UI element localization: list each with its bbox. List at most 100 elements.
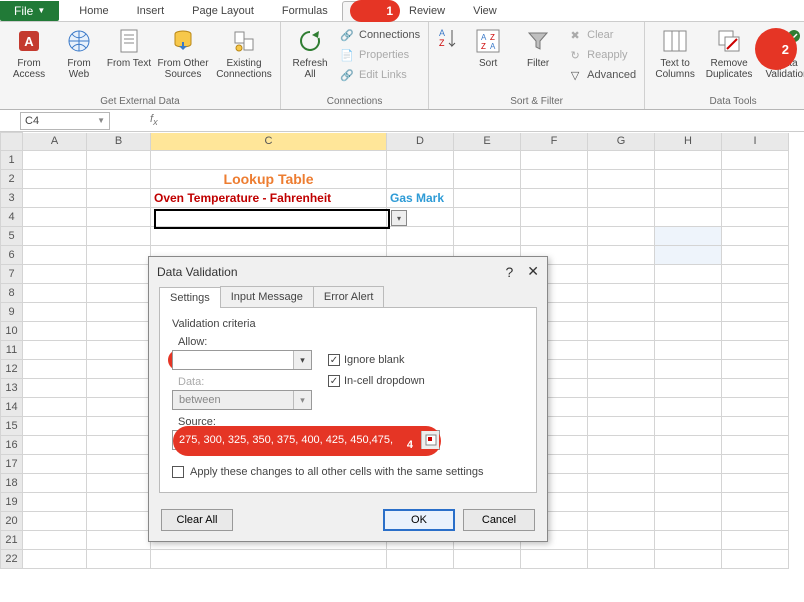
row-header-14[interactable]: 14 (1, 398, 23, 417)
cell[interactable] (722, 227, 789, 246)
row-header-6[interactable]: 6 (1, 246, 23, 265)
sort-az-button[interactable]: AZ (435, 24, 461, 56)
cell[interactable] (655, 246, 722, 265)
allow-combobox[interactable]: List 3 ▾ (172, 350, 312, 370)
cell[interactable] (23, 455, 87, 474)
cell[interactable] (23, 417, 87, 436)
cell[interactable] (588, 455, 655, 474)
row-header-20[interactable]: 20 (1, 512, 23, 531)
cell[interactable] (521, 189, 588, 208)
col-header-G[interactable]: G (588, 133, 655, 151)
cell[interactable] (722, 398, 789, 417)
cell[interactable] (151, 208, 387, 227)
cell[interactable] (23, 493, 87, 512)
cell[interactable] (588, 379, 655, 398)
tab-formulas[interactable]: Formulas (268, 2, 342, 20)
row-header-7[interactable]: 7 (1, 265, 23, 284)
tab-insert[interactable]: Insert (123, 2, 179, 20)
advanced-button[interactable]: ▽Advanced (565, 66, 638, 84)
cell[interactable] (722, 512, 789, 531)
cell[interactable] (23, 246, 87, 265)
cancel-button[interactable]: Cancel (463, 509, 535, 531)
col-header-D[interactable]: D (387, 133, 454, 151)
cell[interactable] (87, 189, 151, 208)
row-header-2[interactable]: 2 (1, 170, 23, 189)
col-header-I[interactable]: I (722, 133, 789, 151)
cell[interactable] (588, 208, 655, 227)
ignore-blank-checkbox[interactable]: ✓Ignore blank (328, 354, 405, 366)
cell[interactable] (87, 170, 151, 189)
chevron-down-icon[interactable]: ▼ (97, 116, 105, 125)
in-cell-dropdown-checkbox[interactable]: ✓In-cell dropdown (328, 375, 425, 387)
row-header-12[interactable]: 12 (1, 360, 23, 379)
cell[interactable] (588, 227, 655, 246)
cell[interactable] (722, 303, 789, 322)
cell[interactable] (655, 493, 722, 512)
cell[interactable] (655, 303, 722, 322)
cell[interactable] (23, 360, 87, 379)
cell[interactable] (588, 265, 655, 284)
cell[interactable] (722, 151, 789, 170)
from-other-sources-button[interactable]: From Other Sources (156, 24, 210, 80)
cell[interactable] (87, 303, 151, 322)
chevron-down-icon[interactable]: ▾ (293, 351, 311, 369)
col-header-H[interactable]: H (655, 133, 722, 151)
cell[interactable] (655, 398, 722, 417)
cell[interactable] (23, 151, 87, 170)
cell[interactable] (588, 474, 655, 493)
fx-icon[interactable]: fx (150, 113, 158, 127)
cell[interactable] (87, 436, 151, 455)
from-text-button[interactable]: From Text (106, 24, 152, 69)
cell[interactable] (23, 531, 87, 550)
row-header-18[interactable]: 18 (1, 474, 23, 493)
from-web-button[interactable]: From Web (56, 24, 102, 80)
row-header-11[interactable]: 11 (1, 341, 23, 360)
col-header-C[interactable]: C (151, 133, 387, 151)
cell[interactable] (655, 151, 722, 170)
range-picker-icon[interactable] (421, 431, 439, 449)
cell[interactable] (655, 531, 722, 550)
cell[interactable] (722, 246, 789, 265)
cell[interactable] (722, 322, 789, 341)
cell[interactable] (588, 303, 655, 322)
cell[interactable] (655, 417, 722, 436)
cell[interactable] (655, 436, 722, 455)
cell[interactable] (655, 550, 722, 569)
cell[interactable] (23, 284, 87, 303)
cell[interactable] (521, 208, 588, 227)
apply-all-checkbox[interactable]: Apply these changes to all other cells w… (172, 466, 524, 478)
cell[interactable] (23, 170, 87, 189)
cell[interactable] (87, 360, 151, 379)
cell[interactable] (454, 227, 521, 246)
row-header-9[interactable]: 9 (1, 303, 23, 322)
cell[interactable] (87, 531, 151, 550)
cell[interactable] (588, 284, 655, 303)
tab-file[interactable]: File▼ (0, 1, 59, 21)
cell[interactable] (454, 208, 521, 227)
dialog-titlebar[interactable]: Data Validation ? ✕ (149, 257, 547, 286)
ok-button[interactable]: OK (383, 509, 455, 531)
cell[interactable] (722, 531, 789, 550)
tab-home[interactable]: Home (65, 2, 122, 20)
cell[interactable] (655, 512, 722, 531)
cell[interactable] (87, 417, 151, 436)
cell[interactable] (87, 474, 151, 493)
cell[interactable] (588, 360, 655, 379)
cell[interactable] (588, 341, 655, 360)
cell[interactable]: Oven Temperature - Fahrenheit (151, 189, 387, 208)
cell[interactable] (722, 436, 789, 455)
col-header-A[interactable]: A (23, 133, 87, 151)
data-validation-button[interactable]: Data Validation (759, 24, 804, 80)
cell[interactable] (387, 151, 454, 170)
cell[interactable] (387, 170, 454, 189)
cell[interactable] (23, 303, 87, 322)
tab-view[interactable]: View (459, 2, 511, 20)
cell[interactable] (23, 550, 87, 569)
cell[interactable] (722, 474, 789, 493)
cell[interactable] (722, 170, 789, 189)
help-icon[interactable]: ? (505, 264, 513, 280)
cell[interactable] (722, 189, 789, 208)
row-header-10[interactable]: 10 (1, 322, 23, 341)
cell[interactable] (151, 550, 387, 569)
cell[interactable] (655, 379, 722, 398)
